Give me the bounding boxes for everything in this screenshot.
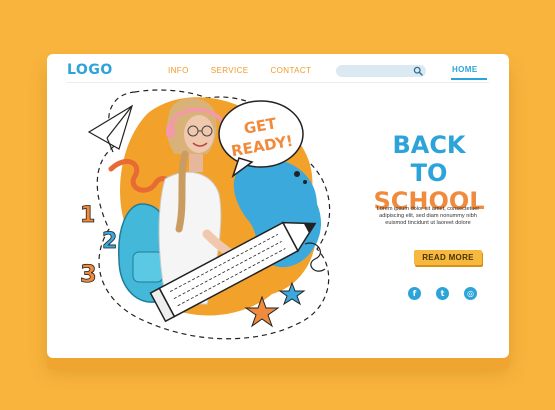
page-title: BACK TO SCHOOL (370, 131, 488, 215)
description-text: Lorem ipsum dolor sit amet, consectetuer… (371, 206, 485, 228)
landing-page-card: LOGO INFO SERVICE CONTACT HOME 1 2 3 GET… (47, 54, 509, 358)
description-line: adipiscing elit, sed diam nonummy nibh (379, 213, 477, 220)
description-line: Lorem ipsum dolor sit amet, consectetuer (376, 206, 480, 212)
hero-illustration: 1 2 3 GET READY! (80, 89, 331, 340)
description-line: euismod tincidunt ut laoreet dolore (385, 220, 471, 227)
number-three: 3 (80, 260, 97, 288)
twitter-icon[interactable]: t (436, 287, 449, 300)
number-one: 1 (80, 203, 95, 228)
facebook-icon[interactable]: f (408, 287, 421, 300)
social-links: f t ◎ (408, 287, 477, 300)
read-more-button[interactable]: READ MORE (414, 250, 482, 265)
paper-plane-icon (87, 104, 134, 153)
home-tab-indicator (451, 78, 487, 80)
number-two: 2 (102, 229, 117, 254)
title-line1: BACK TO (392, 131, 466, 187)
tab-home[interactable]: HOME (452, 65, 478, 74)
search-icon[interactable] (413, 66, 423, 76)
instagram-icon[interactable]: ◎ (464, 287, 477, 300)
